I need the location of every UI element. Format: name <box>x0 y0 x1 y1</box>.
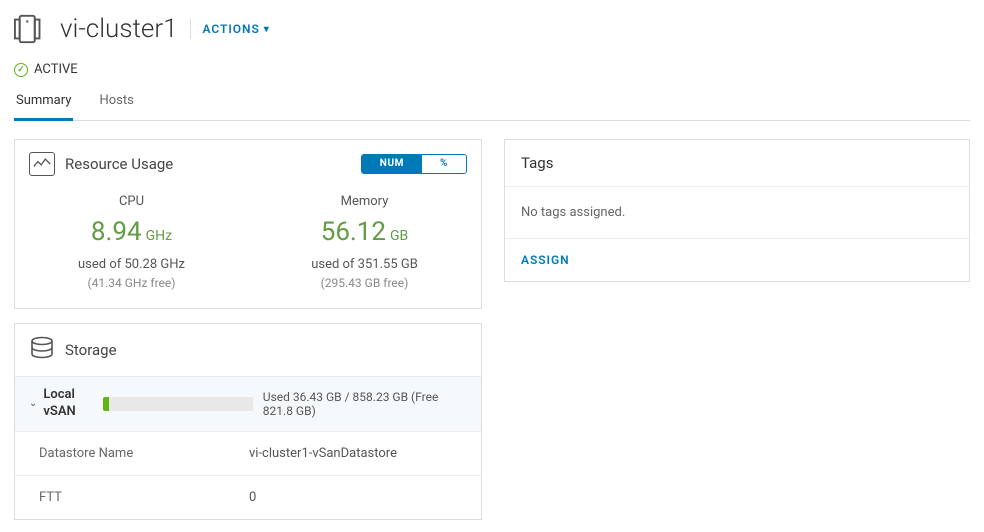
memory-metric: Memory 56.12GB used of 351.55 GB (295.43… <box>248 194 481 290</box>
storage-card: Storage ⌄ Local vSAN Used 36.43 GB / 858… <box>14 323 482 520</box>
storage-title: Storage <box>65 341 117 359</box>
datastore-name-row: Datastore Name vi-cluster1-vSanDatastore <box>15 431 481 475</box>
status-label: ACTIVE <box>34 62 78 77</box>
actions-label: ACTIONS <box>203 22 260 36</box>
storage-local-label: Local vSAN <box>43 387 92 421</box>
cpu-metric: CPU 8.94GHz used of 50.28 GHz (41.34 GHz… <box>15 194 248 290</box>
chevron-down-icon: ⌄ <box>29 398 37 409</box>
chevron-down-icon: ▾ <box>264 24 270 35</box>
assign-button[interactable]: ASSIGN <box>505 239 969 281</box>
check-circle-icon: ✓ <box>14 63 28 77</box>
cpu-label: CPU <box>15 194 248 209</box>
storage-usage-text: Used 36.43 GB / 858.23 GB (Free 821.8 GB… <box>263 390 467 418</box>
storage-icon <box>29 336 55 364</box>
datastore-name-key: Datastore Name <box>39 446 249 461</box>
cpu-free: (41.34 GHz free) <box>15 276 248 290</box>
cpu-value: 8.94 <box>91 217 142 247</box>
cpu-used-of: used of 50.28 GHz <box>15 257 248 272</box>
storage-usage-fill <box>103 397 109 411</box>
cluster-icon <box>14 12 48 46</box>
memory-used-of: used of 351.55 GB <box>248 257 481 272</box>
actions-menu[interactable]: ACTIONS ▾ <box>190 19 270 39</box>
chart-icon <box>29 152 55 176</box>
datastore-name-val: vi-cluster1-vSanDatastore <box>249 446 457 461</box>
toggle-num[interactable]: NUM <box>362 155 422 173</box>
cpu-unit: GHz <box>146 228 172 244</box>
ftt-row: FTT 0 <box>15 475 481 519</box>
memory-free: (295.43 GB free) <box>248 276 481 290</box>
unit-toggle[interactable]: NUM % <box>361 154 467 174</box>
tags-title: Tags <box>505 140 969 187</box>
memory-value: 56.12 <box>321 217 386 247</box>
page-title: vi-cluster1 <box>60 14 178 44</box>
tab-summary[interactable]: Summary <box>14 87 73 121</box>
memory-unit: GB <box>390 228 408 244</box>
storage-local-row[interactable]: ⌄ Local vSAN Used 36.43 GB / 858.23 GB (… <box>15 376 481 431</box>
tab-hosts[interactable]: Hosts <box>97 87 135 120</box>
status-indicator: ✓ ACTIVE <box>14 62 970 77</box>
tags-empty-text: No tags assigned. <box>505 187 969 239</box>
toggle-percent[interactable]: % <box>422 155 466 173</box>
resource-usage-card: Resource Usage NUM % CPU 8.94GHz used of… <box>14 139 482 309</box>
storage-usage-bar <box>103 397 253 411</box>
memory-label: Memory <box>248 194 481 209</box>
tags-card: Tags No tags assigned. ASSIGN <box>504 139 970 282</box>
resource-usage-title: Resource Usage <box>65 155 173 173</box>
tab-bar: Summary Hosts <box>14 87 970 121</box>
